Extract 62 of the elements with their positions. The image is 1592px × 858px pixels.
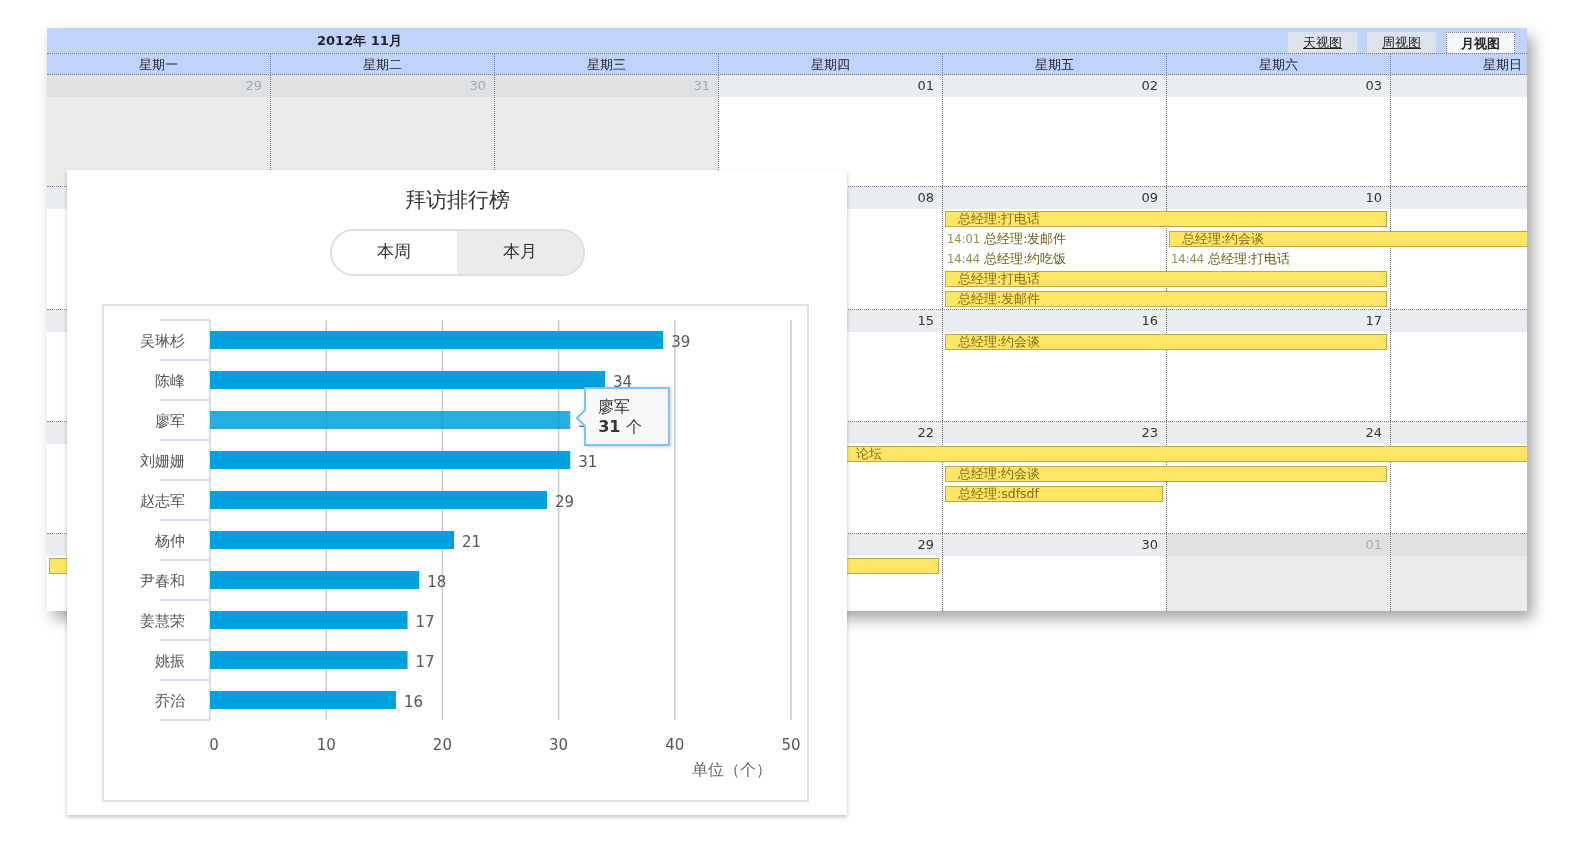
day-number: 30	[469, 78, 486, 93]
day-number: 01	[917, 78, 934, 93]
category-label: 廖军	[155, 411, 185, 430]
event-entry[interactable]: 14:44 总经理:打电话	[1169, 251, 1387, 267]
day-number: 03	[1365, 78, 1382, 93]
value-label: 39	[671, 332, 691, 351]
day-number: 01	[1365, 537, 1382, 552]
event-bar[interactable]: 总经理:约会谈	[945, 334, 1387, 350]
tick-label: 50	[781, 735, 801, 754]
value-label: 29	[555, 492, 575, 511]
category-label: 吴琳杉	[140, 331, 185, 350]
period-toggle[interactable]: 本月	[457, 230, 583, 274]
day-number: 16	[1141, 313, 1158, 328]
category-label: 陈峰	[155, 371, 185, 390]
event-entry[interactable]: 14:44 总经理:约吃饭	[945, 251, 1163, 267]
category-label: 姚振	[155, 651, 185, 670]
event-bar[interactable]: 总经理:约会谈	[945, 466, 1387, 482]
event-bar[interactable]: 总经理:sdfsdf	[945, 486, 1163, 502]
tick-label: 20	[432, 735, 452, 754]
tooltip-title: 廖军	[598, 396, 632, 418]
day-number: 29	[245, 78, 262, 93]
day-number: 15	[917, 313, 934, 328]
tick-label: 10	[316, 735, 336, 754]
value-label: 34	[613, 372, 633, 391]
day-number: 08	[917, 190, 934, 205]
tooltip-value: 31 个	[598, 417, 643, 439]
value-label: 16	[403, 692, 423, 711]
day-number: 17	[1365, 313, 1382, 328]
view-tab[interactable]: 月视图	[1446, 32, 1515, 53]
tick-label: 30	[549, 735, 569, 754]
value-label: 18	[427, 572, 447, 591]
event-bar[interactable]: 总经理:发邮件	[945, 291, 1387, 307]
value-label: 17	[415, 652, 435, 671]
category-label: 刘姗姗	[140, 451, 185, 470]
axis-label: 单位（个）	[692, 759, 772, 779]
calendar-title: 2012年 11月	[317, 31, 402, 50]
tick-label: 0	[209, 735, 219, 754]
value-label: 17	[415, 612, 435, 631]
event-bar[interactable]: 总经理:约会谈	[1169, 231, 1527, 247]
day-number: 22	[917, 425, 934, 440]
category-label: 乔治	[155, 691, 185, 710]
event-entry[interactable]: 14:01 总经理:发邮件	[945, 231, 1163, 247]
value-label: 21	[462, 532, 482, 551]
event-bar[interactable]: 总经理:打电话	[945, 211, 1387, 227]
category-label: 杨仲	[155, 531, 185, 550]
day-number: 31	[693, 78, 710, 93]
view-tab[interactable]: 天视图	[1288, 32, 1357, 53]
tick-label: 40	[665, 735, 685, 754]
value-label: 31	[578, 452, 598, 471]
day-number: 24	[1365, 425, 1382, 440]
category-label: 赵志军	[140, 491, 185, 510]
event-bar[interactable]: 总经理:打电话	[945, 271, 1387, 287]
category-label: 姜慧荣	[140, 611, 185, 630]
day-number: 09	[1141, 190, 1158, 205]
category-label: 尹春和	[140, 571, 185, 590]
day-number: 23	[1141, 425, 1158, 440]
day-number: 10	[1365, 190, 1382, 205]
day-number: 29	[917, 537, 934, 552]
day-number: 30	[1141, 537, 1158, 552]
day-number: 02	[1141, 78, 1158, 93]
view-tab[interactable]: 周视图	[1367, 32, 1436, 53]
card-title: 拜访排行榜	[404, 187, 510, 214]
